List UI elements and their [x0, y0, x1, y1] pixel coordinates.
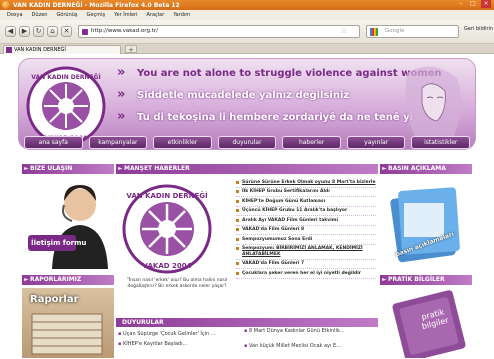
menu-yer-imleri[interactable]: Yer İmleri	[114, 12, 137, 18]
tab-favicon-icon	[6, 47, 12, 53]
reload-button[interactable]: ↻	[33, 26, 44, 37]
arrow-icon: ►	[382, 276, 387, 283]
duyuru-item[interactable]: ▪ KİHEP'e Kayıtlar Başladı...	[118, 341, 187, 347]
slogan-turkish: Şiddetle mücadelede yalnız değilsiniz	[137, 90, 350, 101]
iletisim-label[interactable]: İletişim formu	[31, 239, 86, 247]
maximize-icon[interactable]: □	[468, 0, 478, 8]
menu-gorunus[interactable]: Görünüş	[56, 12, 77, 18]
section-title: BİZE ULAŞIN	[30, 165, 73, 172]
section-title: BASIN AÇIKLAMA	[388, 165, 446, 172]
forward-button[interactable]: ▶	[19, 26, 30, 37]
practical-image[interactable]: pratik bilgiler	[380, 288, 472, 358]
section-duyurular: DUYURULAR	[116, 318, 378, 327]
section-raporlarimiz: ► RAPORLARIMIZ	[22, 275, 114, 285]
back-button[interactable]: ◀	[5, 26, 16, 37]
page-content: VAN KADIN DERNEĞİ VAKAD 2004 » » » You a…	[0, 54, 494, 359]
chevron-right-icon: »	[117, 87, 126, 102]
bookmark-star-icon[interactable]: ☆	[341, 26, 347, 37]
navigation-toolbar: ◀ ▶ ↻ ⌂ ✕ http://www.vakad.org.tr/ ☆ Goo…	[0, 20, 494, 44]
news-item[interactable]: VAKAD'da Film Günleri 8	[236, 226, 376, 235]
contact-image[interactable]: İletişim formu	[22, 177, 114, 269]
section-manset: ► MANŞET HABERLER	[116, 164, 378, 174]
section-pratik: ► PRATİK BİLGİLER	[380, 275, 472, 285]
chevron-right-icon: »	[117, 65, 126, 80]
manset-logo-image[interactable]: VAN KADIN DERNEĞİ VAKAD 2004	[122, 184, 212, 274]
files-image	[31, 313, 103, 355]
home-button[interactable]: ⌂	[47, 26, 58, 37]
menu-yardim[interactable]: Yardım	[173, 12, 190, 18]
nav-etkinlikler[interactable]: etkinlikler	[153, 136, 212, 149]
duyuru-item[interactable]: ▪ 8 Mart Dünya Kadınlar Günü Etkinlik...	[244, 328, 345, 334]
chevron-right-icon: »	[117, 109, 126, 124]
duyurular-list: ▪ Uçan Süpürge 'Çocuk Gelinler' İçin ...…	[116, 327, 378, 357]
menu-araclar[interactable]: Araçlar	[147, 12, 165, 18]
menu-duzen[interactable]: Düzen	[32, 12, 48, 18]
vakad-logo[interactable]: VAN KADIN DERNEĞİ VAKAD 2004	[26, 66, 106, 146]
manset-caption: "İnsan nasıl 'erkek' olur? Bu olma halin…	[126, 278, 228, 289]
manset-logo-top: VAN KADIN DERNEĞİ	[126, 191, 207, 200]
section-title: RAPORLARIMIZ	[30, 276, 82, 283]
right-column: ► BASIN AÇIKLAMA basın açıklamaları ► PR…	[380, 164, 472, 358]
duyuru-item[interactable]: ▪ Uçan Süpürge 'Çocuk Gelinler' İçin ...	[118, 331, 216, 337]
news-item[interactable]: Çocuklara şeker veren her el iyi niyetli…	[236, 269, 376, 279]
stop-button[interactable]: ✕	[61, 26, 72, 37]
menu-dosya[interactable]: Dosya	[7, 12, 23, 18]
manset-logo-bottom: VAKAD 2004	[143, 262, 192, 270]
nav-duyurular[interactable]: duyurular	[217, 136, 277, 149]
firefox-icon	[2, 1, 10, 9]
left-column: ► BİZE ULAŞIN İletişim formu ► RAPORLARI…	[22, 164, 114, 358]
arrow-icon: ►	[382, 165, 387, 172]
main-nav: ana sayfa kampanyalar etkinlikler duyuru…	[24, 136, 471, 149]
logo-top-text: VAN KADIN DERNEĞİ	[31, 74, 101, 81]
google-icon	[370, 28, 378, 36]
operator-image	[28, 185, 108, 269]
news-item[interactable]: Sempozyum: BİRBİRİMİZİ ANLAMAK, KENDİMİZ…	[236, 245, 376, 260]
nav-yayinlar[interactable]: yayınlar	[346, 136, 406, 149]
close-icon[interactable]: ×	[481, 0, 491, 8]
press-folder-image	[390, 187, 460, 263]
url-text: http://www.vakad.org.tr/	[91, 28, 158, 34]
nav-haberler[interactable]: haberler	[282, 136, 341, 149]
slogan-kurdish: Tu di tekoşina li hembere zordariyê da n…	[137, 112, 414, 123]
menu-bar: Dosya Düzen Görünüş Geçmiş Yer İmleri Ar…	[0, 10, 494, 20]
slogan-english: You are not alone to struggle violence a…	[137, 68, 442, 79]
section-title: PRATİK BİLGİLER	[388, 276, 445, 283]
news-item[interactable]: Sempozyumumuz Sona Erdi	[236, 235, 376, 245]
nav-istatistikler[interactable]: istatistikler	[411, 136, 471, 149]
window-title: VAN KADIN DERNEĞİ - Mozilla Firefox 4.0 …	[13, 1, 180, 9]
duyuru-item[interactable]: ▪ Van küçük Millet Meclisi Ocak ayı E...	[244, 343, 341, 349]
url-bar[interactable]: http://www.vakad.org.tr/ ☆	[78, 25, 360, 38]
arrow-icon: ►	[24, 276, 29, 283]
news-item[interactable]: Sürüne Sürüne Erkek Olmak oyunu 8 Mart't…	[236, 178, 376, 188]
news-item[interactable]: Üçüncü KİHEP Grubu 11 Aralık'ta başlıyor	[236, 207, 376, 216]
minimize-icon[interactable]: –	[456, 0, 466, 8]
middle-column: ► MANŞET HABERLER VAN KADIN DERNEĞİ VAKA…	[116, 164, 378, 357]
news-item[interactable]: İlk KİHEP Grubu Sertifikalarını Aldı	[236, 188, 376, 197]
press-image[interactable]: basın açıklamaları	[380, 177, 472, 269]
search-placeholder: Google	[385, 28, 405, 34]
news-list: Sürüne Sürüne Erkek Olmak oyunu 8 Mart't…	[236, 178, 376, 279]
menu-gecmis[interactable]: Geçmiş	[87, 12, 106, 18]
news-item[interactable]: VAKAD'da Film Günleri 7	[236, 260, 376, 269]
reports-image[interactable]: Raporlar	[22, 288, 114, 358]
woman-portrait-image	[405, 66, 461, 141]
tab-bar: VAN KADIN DERNEĞİ +	[0, 44, 494, 54]
section-basin: ► BASIN AÇIKLAMA	[380, 164, 472, 174]
arrow-icon: ►	[24, 165, 29, 172]
news-item[interactable]: Aralık Ayı VAKAD Film Günleri takvimi	[236, 216, 376, 226]
news-item[interactable]: KİHEP'te Doğum Günü Kutlaması	[236, 197, 376, 207]
window-titlebar: VAN KADIN DERNEĞİ - Mozilla Firefox 4.0 …	[0, 0, 494, 10]
arrow-icon: ►	[118, 165, 123, 172]
nav-kampanyalar[interactable]: kampanyalar	[88, 136, 148, 149]
nav-ana-sayfa[interactable]: ana sayfa	[24, 136, 83, 149]
search-input[interactable]: Google	[366, 25, 459, 38]
feedback-link[interactable]: Geri bildirin	[464, 26, 493, 32]
tab-vakad[interactable]: VAN KADIN DERNEĞİ	[3, 45, 121, 54]
new-tab-button[interactable]: +	[125, 45, 137, 54]
tab-title: VAN KADIN DERNEĞİ	[14, 47, 66, 53]
section-title: MANŞET HABERLER	[124, 165, 190, 172]
section-bize-ulasin: ► BİZE ULAŞIN	[22, 164, 114, 174]
site-favicon-icon	[82, 29, 88, 35]
manset-area: VAN KADIN DERNEĞİ VAKAD 2004 "İnsan nası…	[116, 174, 378, 314]
